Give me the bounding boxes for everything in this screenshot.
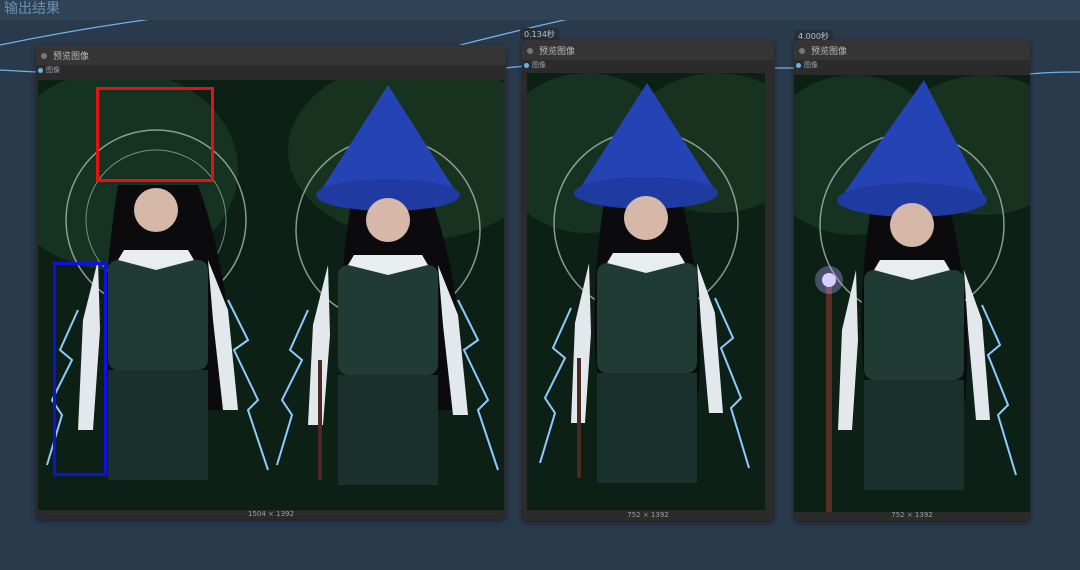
group-title: 输出结果 [4, 1, 60, 17]
red-highlight-box [96, 87, 214, 182]
image-input-port[interactable]: 图像 [794, 60, 1030, 72]
image-dimensions: 1504 × 1392 [248, 510, 294, 518]
port-dot[interactable] [796, 63, 801, 68]
image-input-port[interactable]: 图像 [36, 65, 506, 77]
node-header[interactable]: 预览图像 [794, 40, 1030, 60]
port-label: 图像 [804, 61, 818, 69]
port-label: 图像 [532, 61, 546, 69]
node-status-dot [41, 53, 47, 59]
node-status-dot [527, 48, 533, 54]
image-dimensions: 752 × 1392 [891, 511, 933, 519]
preview-image-node-2[interactable]: 预览图像 图像 752 × 1392 [522, 40, 774, 521]
image-input-port[interactable]: 图像 [522, 60, 774, 72]
node-title: 预览图像 [811, 47, 848, 57]
preview-image-node-3[interactable]: 预览图像 图像 752 × 1392 [794, 40, 1030, 521]
node-status-dot [799, 48, 805, 54]
blue-highlight-box [53, 262, 107, 476]
port-dot[interactable] [38, 68, 43, 73]
node-header[interactable]: 预览图像 [522, 40, 774, 60]
image-preview[interactable] [794, 75, 1030, 512]
group-header-bar [0, 0, 1080, 20]
port-label: 图像 [46, 66, 60, 74]
port-dot[interactable] [524, 63, 529, 68]
image-preview[interactable] [527, 73, 765, 510]
node-title: 预览图像 [539, 47, 576, 57]
image-dimensions: 752 × 1392 [627, 511, 669, 519]
node-header[interactable]: 预览图像 [36, 45, 506, 65]
node-title: 预览图像 [53, 52, 90, 62]
